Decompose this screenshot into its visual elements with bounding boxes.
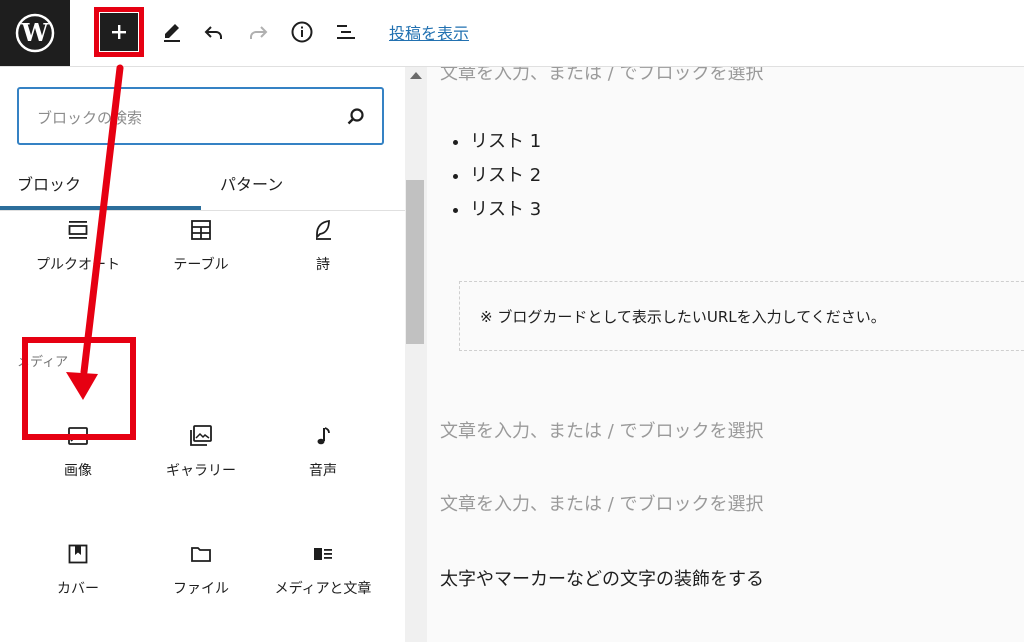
tools-pencil-button[interactable]: [158, 18, 186, 46]
block-pullquote[interactable]: プルクオート: [18, 217, 138, 275]
paragraph-placeholder[interactable]: 文章を入力、または / でブロックを選択: [440, 417, 764, 443]
block-file[interactable]: ファイル: [141, 541, 261, 599]
block-table[interactable]: テーブル: [141, 217, 261, 275]
editor-toolbar: W 投稿を表示: [0, 0, 1024, 67]
undo-icon: [204, 26, 222, 39]
list-item[interactable]: リスト 3: [470, 193, 541, 227]
cover-icon: [65, 541, 91, 567]
block-search-input[interactable]: [35, 105, 339, 131]
tab-divider: [0, 210, 405, 211]
block-search: [17, 87, 384, 145]
wordpress-logo-icon[interactable]: W: [0, 0, 70, 66]
block-audio[interactable]: 音声: [263, 423, 383, 481]
svg-text:W: W: [21, 18, 50, 47]
block-label: カバー: [57, 581, 99, 597]
plus-icon: [112, 25, 126, 39]
scroll-up-arrow-icon[interactable]: [410, 72, 422, 79]
gallery-icon: [188, 423, 214, 449]
redo-icon: [250, 26, 268, 39]
file-icon: [188, 541, 214, 567]
pencil-icon: [164, 24, 180, 42]
paragraph-placeholder[interactable]: 文章を入力、または / でブロックを選択: [440, 490, 764, 516]
block-label: 音声: [309, 463, 337, 479]
scrollbar-thumb[interactable]: [406, 180, 424, 344]
details-button[interactable]: [288, 18, 316, 46]
paragraph-placeholder[interactable]: 文章を入力、または / でブロックを選択: [440, 67, 764, 85]
inserter-scrollbar[interactable]: [405, 67, 427, 642]
add-block-button[interactable]: [94, 7, 144, 57]
audio-icon: [310, 423, 336, 449]
tab-blocks[interactable]: ブロック: [17, 171, 81, 195]
paragraph-block[interactable]: 太字やマーカーなどの文字の装飾をする: [440, 565, 764, 591]
block-label: ファイル: [173, 581, 229, 597]
annotation-highlight-box: [22, 337, 136, 440]
undo-button[interactable]: [200, 18, 228, 46]
blogcard-hint: ※ ブログカードとして表示したいURLを入力してください。: [480, 308, 886, 326]
block-label: ギャラリー: [166, 463, 236, 479]
block-media-text[interactable]: メディアと文章: [263, 541, 383, 599]
block-verse[interactable]: 詩: [263, 217, 383, 275]
block-gallery[interactable]: ギャラリー: [141, 423, 261, 481]
verse-icon: [310, 217, 336, 243]
pullquote-icon: [65, 217, 91, 243]
table-icon: [188, 217, 214, 243]
block-label: テーブル: [173, 257, 229, 273]
tab-patterns[interactable]: パターン: [220, 171, 283, 195]
block-label: プルクオート: [36, 257, 120, 273]
list-view-button[interactable]: [332, 18, 360, 46]
list-item[interactable]: リスト 1: [470, 125, 541, 159]
editor-canvas: 文章を入力、または / でブロックを選択 リスト 1 リスト 2 リスト 3 ※…: [427, 67, 1024, 642]
search-icon[interactable]: [344, 105, 368, 129]
list-view-icon: [337, 25, 355, 39]
blogcard-block[interactable]: ※ ブログカードとして表示したいURLを入力してください。: [459, 281, 1024, 351]
block-label: 画像: [64, 463, 92, 479]
info-icon: [291, 21, 313, 43]
media-text-icon: [310, 541, 336, 567]
block-label: メディアと文章: [274, 581, 372, 597]
list-block[interactable]: リスト 1 リスト 2 リスト 3: [440, 125, 541, 227]
view-post-link[interactable]: 投稿を表示: [389, 20, 469, 44]
block-label: 詩: [316, 257, 330, 273]
block-cover[interactable]: カバー: [18, 541, 138, 599]
redo-button[interactable]: [244, 18, 272, 46]
list-item[interactable]: リスト 2: [470, 159, 541, 193]
